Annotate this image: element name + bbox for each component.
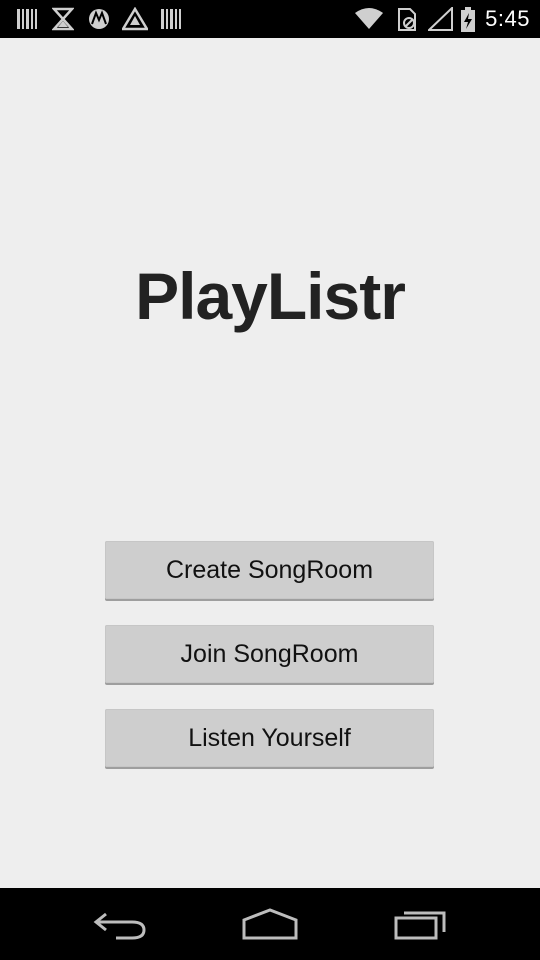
signal-icon <box>428 7 453 31</box>
triangle-icon <box>122 7 148 31</box>
motorola-icon <box>89 9 109 29</box>
back-icon[interactable] <box>92 906 148 942</box>
sim-icon <box>398 8 416 31</box>
hourglass-icon <box>52 7 74 31</box>
home-icon[interactable] <box>240 906 300 942</box>
status-bar: 5:45 <box>0 0 540 38</box>
app-title: PlayListr <box>135 259 406 333</box>
navigation-bar <box>0 888 540 960</box>
status-time: 5:45 <box>485 6 530 31</box>
barcode-icon <box>161 9 181 29</box>
barcode-icon <box>17 9 37 29</box>
create-songroom-button[interactable]: Create SongRoom <box>105 541 434 599</box>
wifi-icon <box>355 8 383 29</box>
join-songroom-button[interactable]: Join SongRoom <box>105 625 434 683</box>
recent-apps-icon[interactable] <box>392 906 452 942</box>
battery-icon <box>461 7 475 32</box>
listen-yourself-button[interactable]: Listen Yourself <box>105 709 434 767</box>
